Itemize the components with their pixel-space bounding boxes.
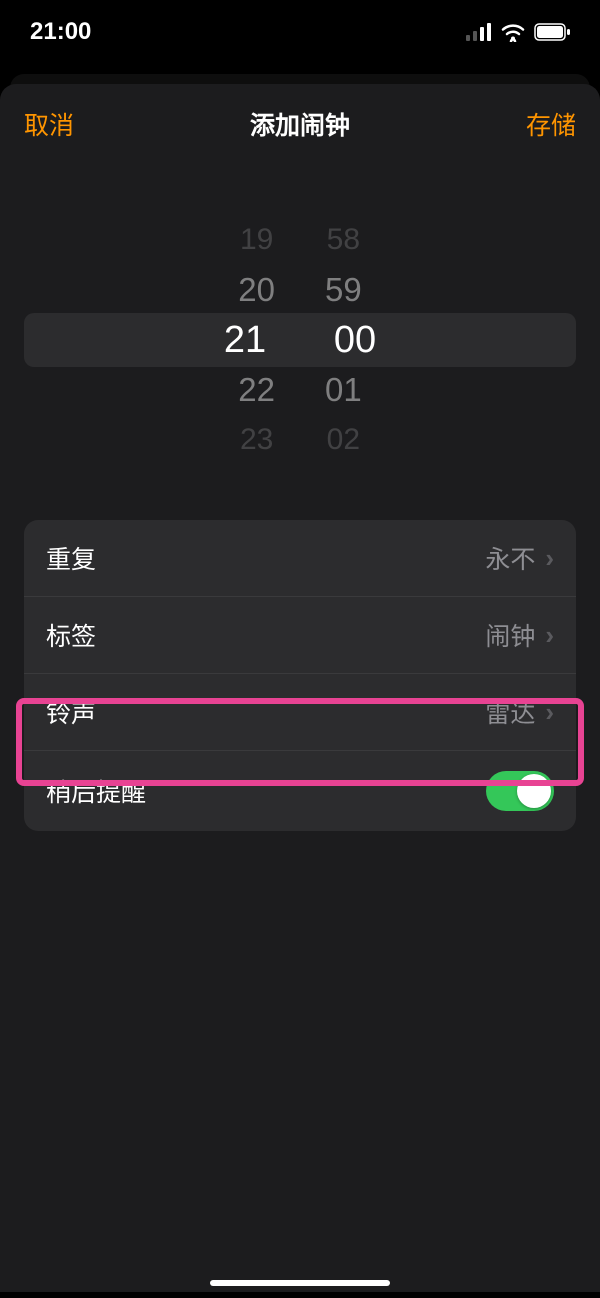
row-value: 闹钟 (485, 617, 535, 653)
row-snooze: 稍后提醒 (24, 751, 576, 831)
wifi-icon (500, 22, 526, 42)
row-label: 标签 (46, 617, 96, 653)
cancel-button[interactable]: 取消 (24, 106, 74, 142)
battery-icon (534, 23, 570, 41)
picker-selected-row: 21 00 (24, 313, 576, 367)
row-label: 铃声 (46, 694, 96, 730)
nav-title: 添加闹钟 (250, 106, 350, 142)
home-indicator[interactable] (210, 1280, 390, 1286)
selected-hour: 21 (215, 319, 275, 362)
row-label: 稍后提醒 (46, 773, 146, 809)
nav-bar: 取消 添加闹钟 存储 (0, 84, 600, 160)
save-button[interactable]: 存储 (526, 106, 576, 142)
modal-sheet: 取消 添加闹钟 存储 18 19 20 -- 22 23 00 57 58 59… (0, 84, 600, 1292)
selected-minute: 00 (325, 319, 385, 362)
time-picker[interactable]: 18 19 20 -- 22 23 00 57 58 59 -- 01 02 0… (24, 200, 576, 480)
options-list: 重复 永不 › 标签 闹钟 › 铃声 雷达 › 稍后提醒 (24, 520, 576, 831)
row-value: 永不 (485, 540, 535, 576)
chevron-right-icon: › (545, 620, 554, 651)
chevron-right-icon: › (545, 697, 554, 728)
row-sound[interactable]: 铃声 雷达 › (24, 674, 576, 751)
status-icons (466, 22, 570, 42)
cellular-icon (466, 23, 492, 41)
status-time: 21:00 (30, 18, 91, 46)
status-bar: 21:00 (0, 0, 600, 56)
chevron-right-icon: › (545, 543, 554, 574)
row-repeat[interactable]: 重复 永不 › (24, 520, 576, 597)
row-label: 重复 (46, 540, 96, 576)
row-value: 雷达 (485, 694, 535, 730)
row-label-tag[interactable]: 标签 闹钟 › (24, 597, 576, 674)
snooze-toggle[interactable] (486, 771, 554, 811)
